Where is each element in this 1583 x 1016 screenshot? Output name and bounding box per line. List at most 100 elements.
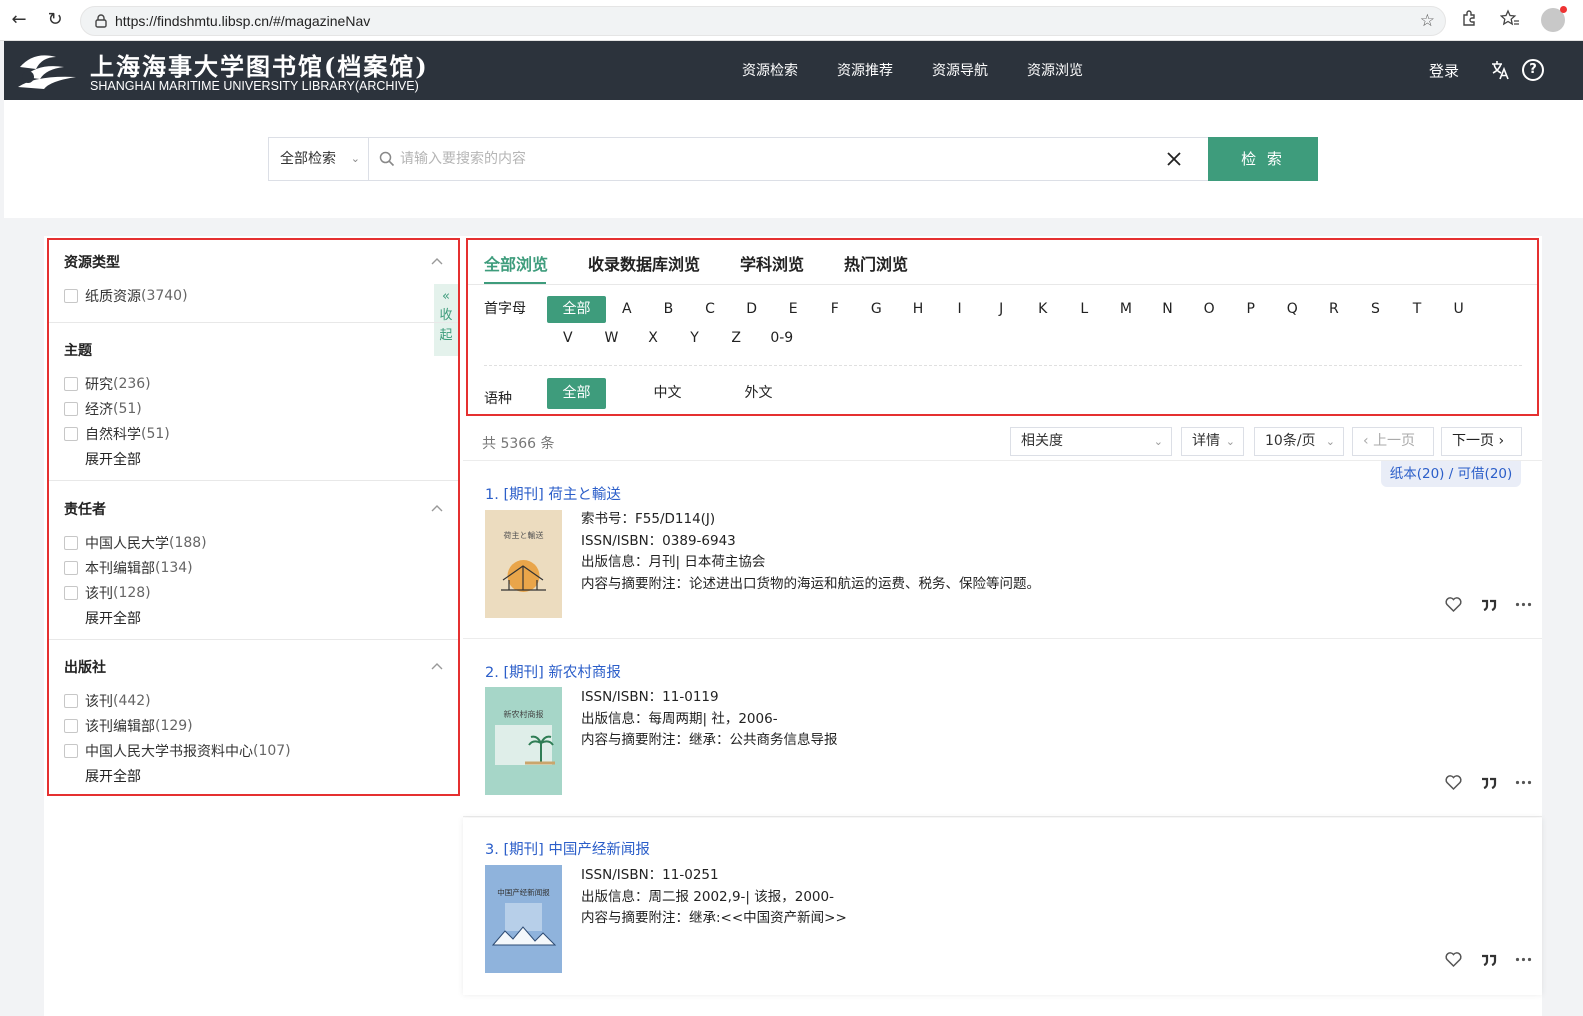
letter-h[interactable]: H [897, 296, 939, 323]
more-dots-icon[interactable] [1515, 774, 1532, 791]
cite-quote-icon[interactable] [1480, 951, 1497, 968]
letter-t[interactable]: T [1396, 296, 1438, 323]
nav-resource-navigation[interactable]: 资源导航 [932, 60, 988, 80]
letter-r[interactable]: R [1313, 296, 1355, 323]
checkbox[interactable] [64, 718, 78, 733]
favorite-heart-icon[interactable] [1445, 951, 1462, 968]
checkbox[interactable] [64, 401, 78, 416]
translate-icon[interactable] [1490, 59, 1510, 81]
nav-resource-browse[interactable]: 资源浏览 [1027, 60, 1083, 80]
expand-all-link[interactable]: 展开全部 [64, 449, 449, 469]
search-button[interactable]: 检 索 [1208, 137, 1318, 181]
letter-b[interactable]: B [648, 296, 690, 323]
page-size-select[interactable]: 10条/页 ⌄ [1254, 427, 1344, 456]
library-name-cn[interactable]: 上海海事大学图书馆(档案馆) [90, 47, 429, 82]
filter-item[interactable]: 该刊编辑部 (129) [64, 717, 449, 735]
letter-j[interactable]: J [980, 296, 1022, 323]
chevron-up-icon[interactable] [431, 661, 443, 673]
result-cover-image[interactable]: 新农村商报 [485, 687, 562, 795]
prev-page-button[interactable]: ‹ 上一页 [1352, 427, 1434, 456]
letter-v[interactable]: V [547, 325, 589, 352]
checkbox[interactable] [64, 743, 78, 758]
letter-u[interactable]: U [1438, 296, 1480, 323]
letter-l[interactable]: L [1064, 296, 1106, 323]
nav-resource-recommend[interactable]: 资源推荐 [837, 60, 893, 80]
letter-z[interactable]: Z [715, 325, 757, 352]
reload-icon[interactable]: ↻ [44, 9, 66, 31]
letter-all[interactable]: 全部 [547, 296, 606, 323]
checkbox[interactable] [64, 376, 78, 391]
cite-quote-icon[interactable] [1480, 596, 1497, 613]
letter-w[interactable]: W [591, 325, 633, 352]
checkbox[interactable] [64, 426, 78, 441]
nav-resource-search[interactable]: 资源检索 [742, 60, 798, 80]
expand-all-link[interactable]: 展开全部 [64, 766, 449, 786]
more-dots-icon[interactable] [1515, 596, 1532, 613]
letter-d[interactable]: D [731, 296, 773, 323]
search-type-select[interactable]: 全部检索 ⌄ [269, 138, 369, 180]
letter-n[interactable]: N [1147, 296, 1189, 323]
help-icon[interactable]: ? [1522, 59, 1544, 81]
letter-c[interactable]: C [689, 296, 731, 323]
letter-x[interactable]: X [632, 325, 674, 352]
result-cover-image[interactable]: 中国产经新闻报 [485, 865, 562, 973]
letter-g[interactable]: G [856, 296, 898, 323]
filter-item[interactable]: 经济 (51) [64, 400, 449, 418]
login-link[interactable]: 登录 [1429, 60, 1459, 81]
result-title[interactable]: 3. [期刊] 中国产经新闻报 [485, 838, 650, 859]
extensions-icon[interactable] [1460, 9, 1478, 27]
filter-item[interactable]: 研究 (236) [64, 375, 449, 393]
letter-i[interactable]: I [939, 296, 981, 323]
expand-all-link[interactable]: 展开全部 [64, 608, 449, 628]
result-title[interactable]: 2. [期刊] 新农村商报 [485, 661, 621, 682]
result-cover-image[interactable]: 荷主と輸送 [485, 510, 562, 618]
chevron-up-icon[interactable] [431, 503, 443, 515]
checkbox[interactable] [64, 693, 78, 708]
letter-k[interactable]: K [1022, 296, 1064, 323]
lang-all[interactable]: 全部 [547, 378, 606, 409]
filter-item[interactable]: 自然科学 (51) [64, 425, 449, 443]
favorites-icon[interactable] [1500, 9, 1520, 27]
more-dots-icon[interactable] [1515, 951, 1532, 968]
bookmark-star-icon[interactable]: ☆ [1420, 11, 1435, 31]
checkbox[interactable] [64, 535, 78, 550]
tab-popular-browse[interactable]: 热门浏览 [844, 251, 908, 275]
letter-a[interactable]: A [606, 296, 648, 323]
letter-o[interactable]: O [1188, 296, 1230, 323]
chevron-up-icon[interactable] [431, 256, 443, 268]
library-name-en[interactable]: SHANGHAI MARITIME UNIVERSITY LIBRARY(ARC… [90, 79, 419, 93]
filter-item[interactable]: 该刊 (128) [64, 584, 449, 602]
view-select[interactable]: 详情 ⌄ [1181, 427, 1244, 456]
letter-s[interactable]: S [1355, 296, 1397, 323]
letter-e[interactable]: E [772, 296, 814, 323]
cite-quote-icon[interactable] [1480, 774, 1497, 791]
checkbox[interactable] [64, 585, 78, 600]
lang-foreign[interactable]: 外文 [729, 378, 788, 409]
filter-item[interactable]: 本刊编辑部 (134) [64, 559, 449, 577]
back-arrow-icon[interactable]: ← [8, 9, 30, 31]
result-title[interactable]: 1. [期刊] 荷主と輸送 [485, 483, 621, 504]
profile-avatar[interactable] [1541, 6, 1567, 32]
letter-q[interactable]: Q [1272, 296, 1314, 323]
filter-item[interactable]: 纸质资源 (3740) [64, 287, 449, 305]
sort-select[interactable]: 相关度 ⌄ [1010, 427, 1172, 456]
checkbox[interactable] [64, 288, 78, 303]
address-bar[interactable]: https://findshmtu.libsp.cn/#/magazineNav… [80, 6, 1446, 36]
search-input[interactable] [370, 138, 1210, 180]
letter-y[interactable]: Y [674, 325, 716, 352]
tab-all-browse[interactable]: 全部浏览 [484, 251, 548, 275]
letter-0-9[interactable]: 0-9 [761, 325, 803, 352]
next-page-button[interactable]: 下一页 › [1441, 427, 1522, 456]
availability-badge[interactable]: 纸本(20) / 可借(20) [1381, 461, 1521, 487]
filter-item[interactable]: 该刊 (442) [64, 692, 449, 710]
favorite-heart-icon[interactable] [1445, 596, 1462, 613]
tab-subject-browse[interactable]: 学科浏览 [740, 251, 804, 275]
letter-p[interactable]: P [1230, 296, 1272, 323]
lang-chinese[interactable]: 中文 [638, 378, 697, 409]
letter-f[interactable]: F [814, 296, 856, 323]
letter-m[interactable]: M [1105, 296, 1147, 323]
filter-item[interactable]: 中国人民大学 (188) [64, 534, 449, 552]
site-info-icon[interactable] [93, 13, 109, 29]
favorite-heart-icon[interactable] [1445, 774, 1462, 791]
checkbox[interactable] [64, 560, 78, 575]
